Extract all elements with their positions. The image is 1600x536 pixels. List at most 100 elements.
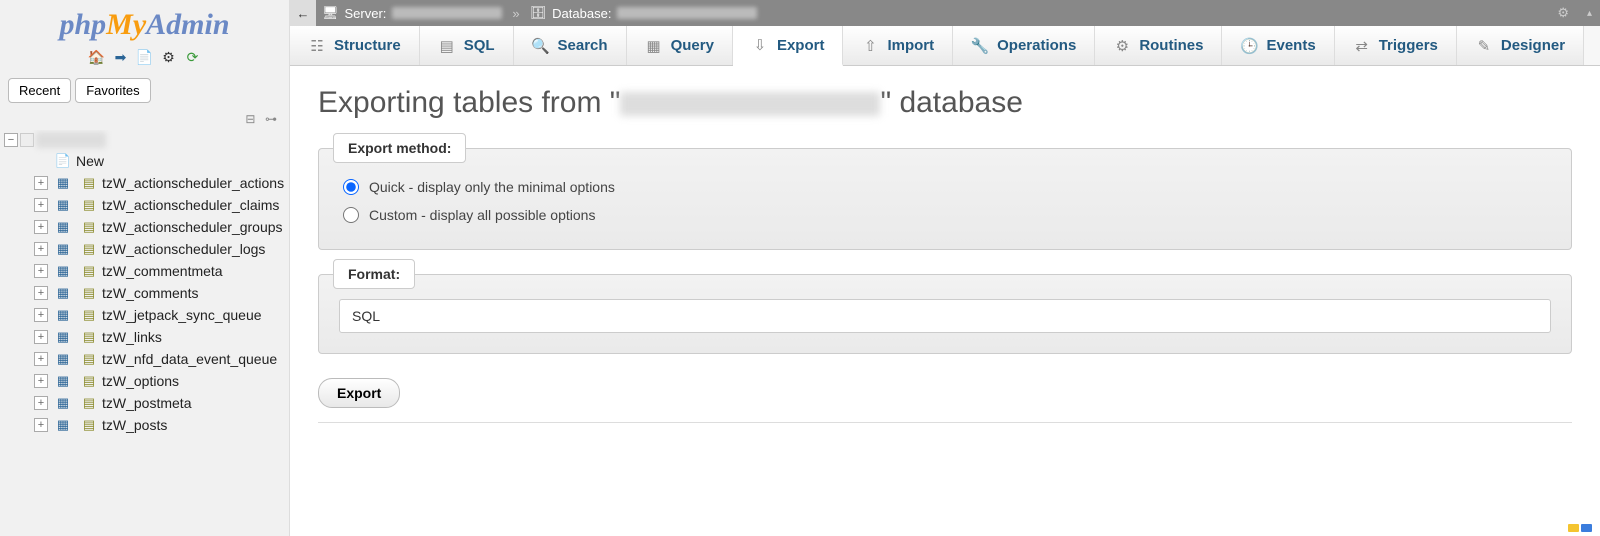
home-icon[interactable]: 🏠 — [88, 48, 106, 66]
expander-icon[interactable] — [20, 133, 34, 147]
table-browse-icon[interactable]: ▦ — [54, 351, 72, 367]
expander-icon[interactable]: + — [34, 352, 48, 366]
content-area: Exporting tables from "" database Export… — [290, 66, 1600, 536]
tab-routines[interactable]: ⚙Routines — [1095, 26, 1222, 65]
expander-icon[interactable]: + — [34, 418, 48, 432]
expander-icon[interactable]: + — [34, 242, 48, 256]
tree-table-label: tzW_actionscheduler_logs — [102, 241, 265, 257]
tree-root-database[interactable]: − — [0, 130, 289, 150]
tree-table-label: tzW_nfd_data_event_queue — [102, 351, 277, 367]
table-browse-icon[interactable]: ▦ — [54, 307, 72, 323]
export-button[interactable]: Export — [318, 378, 400, 408]
tab-structure[interactable]: ☷Structure — [290, 26, 420, 65]
tree-table-item[interactable]: +▦▤tzW_commentmeta — [0, 260, 289, 282]
expander-icon[interactable]: + — [34, 286, 48, 300]
logo-part-my: My — [106, 8, 146, 41]
table-browse-icon[interactable]: ▦ — [54, 417, 72, 433]
logout-icon[interactable]: ➡ — [112, 48, 130, 66]
expander-icon[interactable]: + — [34, 374, 48, 388]
table-browse-icon[interactable]: ▦ — [54, 395, 72, 411]
table-browse-icon[interactable]: ▦ — [54, 219, 72, 235]
tree-controls: ⊟ ⊶ — [0, 107, 289, 130]
table-browse-icon[interactable]: ▦ — [54, 197, 72, 213]
new-table-icon: 📄 — [54, 153, 72, 169]
tree-table-item[interactable]: +▦▤tzW_actionscheduler_groups — [0, 216, 289, 238]
main-tabs: ☷Structure ▤ SQL 🔍Search▦Query⇩Export⇧Impor… — [290, 26, 1600, 66]
collapse-header-icon[interactable]: ▴ — [1579, 8, 1600, 19]
tab-label: Structure — [334, 37, 401, 54]
sql-icon: ▤ — [438, 37, 456, 55]
settings-icon[interactable]: ⚙ — [160, 48, 178, 66]
tree-table-item[interactable]: +▦▤tzW_links — [0, 326, 289, 348]
tab-operations[interactable]: 🔧Operations — [953, 26, 1095, 65]
console-handle[interactable] — [1568, 524, 1592, 532]
export-method-option[interactable]: Quick - display only the minimal options — [339, 173, 1551, 201]
recent-button[interactable]: Recent — [8, 78, 71, 103]
tree-table-item[interactable]: + ▦ ▤tzW_comments — [0, 282, 289, 304]
export-method-label: Quick - display only the minimal options — [369, 179, 615, 195]
table-icon: ▤ — [80, 351, 98, 367]
tree-table-item[interactable]: +▦▤tzW_jetpack_sync_queue — [0, 304, 289, 326]
expander-icon[interactable]: + — [34, 198, 48, 212]
table-icon: ▤ — [80, 197, 98, 213]
tree-new-table[interactable]: 📄 New — [0, 150, 289, 172]
tab-triggers[interactable]: ⇄Triggers — [1335, 26, 1457, 65]
server-label: Server: — [345, 6, 387, 21]
tree-table-item[interactable]: +▦▤tzW_actionscheduler_actions — [0, 172, 289, 194]
breadcrumb-server[interactable]: 🖥 Server: — [316, 5, 508, 21]
expander-icon[interactable]: + — [34, 264, 48, 278]
reload-icon[interactable]: ⟳ — [184, 48, 202, 66]
tree-table-item[interactable]: +▦▤tzW_actionscheduler_claims — [0, 194, 289, 216]
table-browse-icon[interactable]: ▦ — [54, 373, 72, 389]
back-button[interactable]: ← — [290, 0, 316, 26]
table-icon: ▤ — [80, 175, 98, 191]
format-selected-value: SQL — [352, 308, 380, 324]
export-method-label: Custom - display all possible options — [369, 207, 595, 223]
expander-icon[interactable]: + — [34, 396, 48, 410]
tree-table-item[interactable]: +▦▤tzW_postmeta — [0, 392, 289, 414]
tab-label: Import — [887, 37, 934, 54]
tab-designer[interactable]: ✎Designer — [1457, 26, 1584, 65]
expander-icon[interactable]: + — [34, 330, 48, 344]
tree-new-label: New — [76, 153, 104, 169]
expander-icon[interactable]: + — [34, 308, 48, 322]
collapse-tree-icon[interactable]: ⊟ — [239, 112, 255, 124]
link-icon[interactable]: ⊶ — [261, 112, 277, 124]
tab-import[interactable]: ⇧Import — [843, 26, 953, 65]
logo-part-php: php — [59, 8, 106, 41]
tree-table-label: tzW_comments — [102, 285, 198, 301]
table-browse-icon[interactable]: ▦ — [54, 241, 72, 257]
table-browse-icon[interactable]: ▦ — [54, 263, 72, 279]
breadcrumb-database[interactable]: 🗄 Database: — [524, 5, 764, 21]
docs-icon[interactable]: 📄 — [136, 48, 154, 66]
tab-search[interactable]: 🔍Search — [514, 26, 627, 65]
table-browse-icon[interactable]: ▦ — [54, 285, 72, 301]
export-method-option[interactable]: Custom - display all possible options — [339, 201, 1551, 229]
server-icon: 🖥 — [322, 5, 339, 21]
sidebar: phpMyAdmin 🏠 ➡ 📄 ⚙ ⟳ Recent Favorites ⊟ … — [0, 0, 290, 536]
table-browse-icon[interactable]: ▦ — [54, 175, 72, 191]
expander-icon[interactable]: − — [4, 133, 18, 147]
tree-table-item[interactable]: +▦▤tzW_options — [0, 370, 289, 392]
page-settings-icon[interactable]: ⚙ — [1547, 5, 1579, 21]
tab-query[interactable]: ▦Query — [627, 26, 733, 65]
tree-table-item[interactable]: + ▦ ▤tzW_nfd_data_event_queue — [0, 348, 289, 370]
table-browse-icon[interactable]: ▦ — [54, 329, 72, 345]
favorites-button[interactable]: Favorites — [75, 78, 150, 103]
tab-label: Export — [777, 37, 825, 54]
tree-table-label: tzW_links — [102, 329, 162, 345]
expander-icon[interactable]: + — [34, 220, 48, 234]
expander-icon[interactable]: + — [34, 176, 48, 190]
tab-sql[interactable]: ▤ SQL — [420, 26, 514, 65]
phpmyadmin-logo[interactable]: phpMyAdmin — [0, 0, 289, 44]
title-dbname-redacted — [620, 92, 880, 116]
tab-export[interactable]: ⇩Export — [733, 26, 844, 66]
format-select[interactable]: SQL — [339, 299, 1551, 333]
table-icon: ▤ — [80, 285, 98, 301]
export-method-radio[interactable] — [343, 179, 359, 195]
tree-table-item[interactable]: +▦▤tzW_posts — [0, 414, 289, 436]
tab-label: SQL — [464, 37, 495, 54]
tab-events[interactable]: 🕒Events — [1222, 26, 1334, 65]
tree-table-item[interactable]: +▦▤tzW_actionscheduler_logs — [0, 238, 289, 260]
export-method-radio[interactable] — [343, 207, 359, 223]
